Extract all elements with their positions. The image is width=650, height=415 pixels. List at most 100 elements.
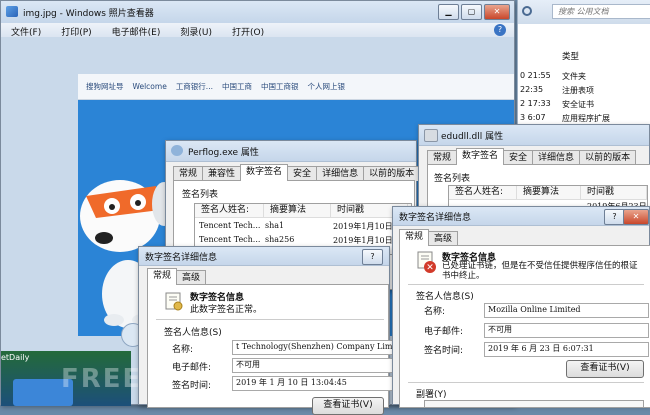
tab-advanced[interactable]: 高级 [428, 231, 459, 246]
edudll-titlebar[interactable]: edudll.dll 属性 [419, 125, 649, 146]
details-left-titlebar[interactable]: 数字签名详细信息 ? [139, 247, 389, 266]
signer-section-label: 签名人信息(S) [164, 328, 222, 338]
close-button[interactable]: ✕ [484, 4, 510, 20]
tab-general[interactable]: 常规 [173, 166, 204, 181]
column-signer[interactable]: 签名人姓名: [449, 186, 517, 199]
help-icon[interactable]: ? [494, 24, 506, 36]
countersign-section-label: 副署(Y) [416, 390, 447, 400]
close-button[interactable]: ✕ [623, 209, 649, 225]
info-divider [408, 284, 644, 285]
search-input[interactable]: 搜索 公用文档 [552, 4, 650, 19]
viewer-titlebar[interactable]: img.jpg - Windows 照片查看器 ▁ ▢ ✕ [1, 1, 514, 24]
help-button[interactable]: ? [604, 209, 625, 225]
details-left-panel: 数字签名信息 此数字签名正常。 签名人信息(S) 名称: t Technolog… [147, 284, 393, 415]
details-right-panel: ✕ 数字签名信息 已处理证书链，但是在不受信任提供程序信任的根证书中终止。 签名… [399, 245, 650, 408]
column-digest[interactable]: 摘要算法 [517, 186, 581, 199]
signature-list-label: 签名列表 [434, 174, 471, 184]
tab-general[interactable]: 常规 [147, 268, 178, 285]
bookmark-1[interactable]: 搜狗网址导 [86, 81, 124, 92]
email-label: 电子邮件: [424, 327, 464, 337]
bookmark-4[interactable]: 中国工商 [222, 81, 252, 92]
countersign-divider [408, 382, 644, 383]
perflog-title: Perflog.exe 属性 [188, 148, 259, 158]
details-right-titlebar[interactable]: 数字签名详细信息 ? ✕ [393, 207, 649, 226]
details-right-title: 数字签名详细信息 [399, 213, 472, 223]
tab-digital-signature[interactable]: 数字签名 [240, 164, 289, 181]
sign-time-label: 签名时间: [172, 381, 212, 391]
details-left-title: 数字签名详细信息 [145, 253, 218, 263]
tab-previous-versions[interactable]: 以前的版本 [579, 150, 637, 165]
perflog-titlebar[interactable]: Perflog.exe 属性 [166, 141, 416, 162]
certificate-icon [165, 292, 183, 311]
bookmark-3[interactable]: 工商银行... [176, 81, 213, 92]
menu-burn[interactable]: 刻录(U) [170, 23, 222, 38]
dll-icon [424, 129, 438, 142]
tab-details[interactable]: 详细信息 [316, 166, 365, 181]
email-field[interactable]: 不可用 [232, 358, 393, 373]
name-field[interactable]: Mozilla Online Limited [484, 303, 649, 318]
desktop-icon-label[interactable]: etDaily [1, 353, 29, 362]
table-row[interactable]: Tencent Tech... sha1 2019年1月10日 [199, 221, 409, 233]
explorer-window: 搜索 公用文档 类型 0 21:55 文件夹 22:35 注册表项 2 17:3… [517, 0, 650, 125]
search-icon[interactable] [522, 6, 532, 16]
explorer-row-1-type: 文件夹 [562, 72, 586, 81]
certificate-warning-icon: ✕ [417, 251, 436, 273]
explorer-row-3-type: 安全证书 [562, 100, 594, 109]
countersign-list[interactable] [424, 400, 644, 407]
menu-email[interactable]: 电子邮件(E) [102, 23, 171, 38]
email-field[interactable]: 不可用 [484, 323, 649, 338]
help-button[interactable]: ? [362, 249, 383, 265]
column-signer[interactable]: 签名人姓名: [195, 204, 264, 217]
explorer-row-3-time: 2 17:33 [520, 99, 551, 108]
sign-time-field[interactable]: 2019 年 6 月 23 日 6:07:31 [484, 342, 649, 357]
edudll-title: edudll.dll 属性 [441, 132, 504, 142]
tab-compatibility[interactable]: 兼容性 [202, 166, 242, 181]
name-field[interactable]: t Technology(Shenzhen) Company Limited [232, 340, 393, 355]
explorer-row-4-time: 3 6:07 [520, 113, 546, 122]
menu-open[interactable]: 打开(O) [222, 23, 274, 38]
email-label: 电子邮件: [172, 363, 212, 373]
column-digest[interactable]: 摘要算法 [264, 204, 331, 217]
tab-advanced[interactable]: 高级 [176, 270, 207, 285]
view-certificate-button[interactable]: 查看证书(V) [566, 360, 644, 378]
explorer-row-1-time: 0 21:55 [520, 71, 551, 80]
viewer-menubar: 文件(F) 打印(P) 电子邮件(E) 刻录(U) 打开(O) ? [1, 23, 514, 38]
minimize-button[interactable]: ▁ [438, 4, 459, 20]
sign-time-label: 签名时间: [424, 346, 464, 356]
signature-details-left-window: 数字签名详细信息 ? 常规 高级 数字签名信息 此数字签名正常。 签名人信息(S… [138, 246, 393, 415]
browser-bookmark-bar: 搜狗网址导 Welcome 工商银行... 中国工商 中国工商银 个人网上银 [78, 74, 514, 100]
info-divider [156, 319, 384, 320]
edudll-properties-window: edudll.dll 属性 常规 数字签名 安全 详细信息 以前的版本 签名列表… [418, 124, 650, 216]
explorer-row-2-type: 注册表项 [562, 86, 594, 95]
tab-general[interactable]: 常规 [399, 229, 430, 246]
viewer-title: img.jpg - Windows 照片查看器 [23, 9, 154, 19]
column-timestamp[interactable]: 时间戳 [581, 186, 647, 199]
tab-security[interactable]: 安全 [287, 166, 318, 181]
menu-print[interactable]: 打印(P) [51, 23, 101, 38]
info-text: 此数字签名正常。 [190, 305, 263, 315]
view-certificate-button[interactable]: 查看证书(V) [312, 397, 384, 415]
tab-details[interactable]: 详细信息 [532, 150, 581, 165]
explorer-row-2-time: 22:35 [520, 85, 544, 94]
bookmark-5[interactable]: 中国工商银 [261, 81, 299, 92]
photo-viewer-icon [6, 6, 18, 17]
name-label: 名称: [424, 307, 446, 317]
tab-general[interactable]: 常规 [427, 150, 458, 165]
explorer-row-4-type: 应用程序扩展 [562, 114, 610, 123]
tab-previous-versions[interactable]: 以前的版本 [363, 166, 421, 181]
bookmark-6[interactable]: 个人网上银 [307, 81, 345, 92]
signature-details-right-window: 数字签名详细信息 ? ✕ 常规 高级 ✕ 数字签名信息 已处理证书链，但是在不受… [392, 206, 650, 408]
tab-security[interactable]: 安全 [503, 150, 534, 165]
info-text: 已处理证书链，但是在不受信任提供程序信任的根证书中终止。 [442, 261, 638, 281]
sign-time-field[interactable]: 2019 年 1 月 10 日 13:04:45 [232, 376, 393, 391]
exe-icon [171, 145, 183, 156]
bookmark-2[interactable]: Welcome [133, 82, 167, 91]
column-header-type[interactable]: 类型 [562, 50, 579, 62]
name-label: 名称: [172, 345, 194, 355]
signature-list-label: 签名列表 [182, 190, 219, 200]
signer-section-label: 签名人信息(S) [416, 292, 474, 302]
svg-text:✕: ✕ [426, 263, 434, 273]
maximize-button[interactable]: ▢ [461, 4, 482, 20]
menu-file[interactable]: 文件(F) [1, 23, 51, 38]
tab-digital-signature[interactable]: 数字签名 [456, 148, 505, 165]
